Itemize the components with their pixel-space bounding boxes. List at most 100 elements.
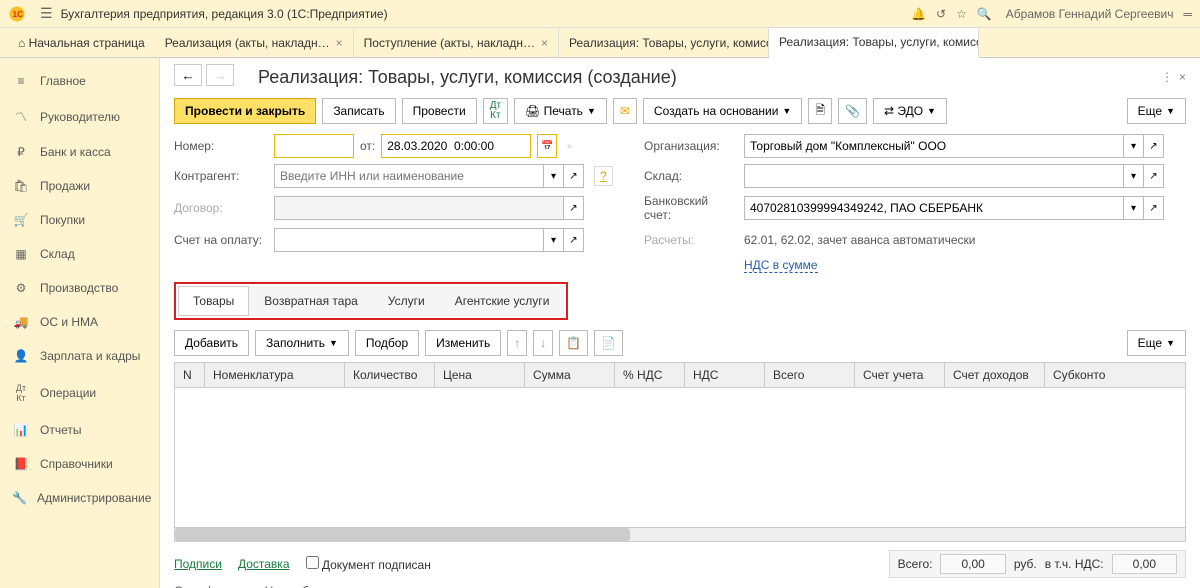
col-item[interactable]: Номенклатура [205, 363, 345, 388]
open-button[interactable]: ↗ [564, 164, 584, 188]
sidebar-item-catalogs[interactable]: 📕Справочники [0, 447, 159, 481]
dropdown-button[interactable]: ▾ [544, 228, 564, 252]
edo-button[interactable]: ⇄ ЭДО▼ [873, 98, 947, 124]
more-menu-icon[interactable]: ⋮ [1161, 70, 1173, 84]
org-input[interactable] [744, 134, 1124, 158]
sidebar: ≡Главное 〽Руководителю ₽Банк и касса 🛍Пр… [0, 58, 160, 588]
history-icon[interactable]: ↺ [936, 7, 946, 21]
back-button[interactable]: ← [174, 64, 202, 86]
signed-checkbox[interactable]: Документ подписан [306, 556, 431, 572]
date-input[interactable] [381, 134, 531, 158]
sidebar-item-reports[interactable]: 📊Отчеты [0, 413, 159, 447]
tab-returnable[interactable]: Возвратная тара [249, 286, 373, 316]
move-up-button[interactable]: ↑ [507, 330, 527, 356]
select-button[interactable]: Подбор [355, 330, 419, 356]
doc-tabs-highlight: Товары Возвратная тара Услуги Агентские … [174, 282, 568, 320]
user-name[interactable]: Абрамов Геннадий Сергеевич [1006, 7, 1174, 21]
sidebar-item-assets[interactable]: 🚚ОС и НМА [0, 305, 159, 339]
tab-goods[interactable]: Товары [178, 286, 249, 316]
copy-button[interactable]: 📋 [559, 330, 588, 356]
dtkt-button[interactable]: ДтКт [483, 98, 508, 124]
sidebar-item-sales[interactable]: 🛍Продажи [0, 169, 159, 203]
sidebar-item-payroll[interactable]: 👤Зарплата и кадры [0, 339, 159, 373]
sidebar-item-admin[interactable]: 🔧Администрирование [0, 481, 159, 515]
edo-icon: ⇄ [884, 104, 894, 118]
change-button[interactable]: Изменить [425, 330, 501, 356]
col-n[interactable]: N [175, 363, 205, 388]
col-acct[interactable]: Счет учета [855, 363, 945, 388]
mail-button[interactable]: ✉ [613, 98, 637, 124]
write-button[interactable]: Записать [322, 98, 395, 124]
open-button[interactable]: ↗ [564, 196, 584, 220]
equals-icon[interactable]: ═ [1183, 7, 1192, 21]
sidebar-item-purchases[interactable]: 🛒Покупки [0, 203, 159, 237]
add-button[interactable]: Добавить [174, 330, 249, 356]
invoice-input[interactable] [274, 228, 544, 252]
col-vat[interactable]: НДС [685, 363, 765, 388]
col-subconto[interactable]: Субконто [1045, 363, 1186, 388]
related-button[interactable]: 🗎 [808, 98, 832, 124]
help-icon[interactable]: ? [594, 166, 613, 186]
sidebar-item-main[interactable]: ≡Главное [0, 64, 159, 98]
open-button[interactable]: ↗ [564, 228, 584, 252]
delivery-link[interactable]: Доставка [238, 557, 290, 571]
sidebar-item-bank[interactable]: ₽Банк и касса [0, 135, 159, 169]
post-button[interactable]: Провести [402, 98, 477, 124]
dropdown-button[interactable]: ▾ [1124, 196, 1144, 220]
vat-link[interactable]: НДС в сумме [744, 258, 818, 273]
col-vatpct[interactable]: % НДС [615, 363, 685, 388]
warehouse-input[interactable] [744, 164, 1124, 188]
sidebar-item-warehouse[interactable]: ▦Склад [0, 237, 159, 271]
more-button[interactable]: Еще▼ [1127, 98, 1186, 124]
home-tab[interactable]: ⌂ Начальная страница [8, 28, 155, 57]
star-icon[interactable]: ☆ [956, 7, 967, 21]
close-page-icon[interactable]: × [1179, 70, 1186, 84]
print-button[interactable]: 🖨 Печать▼ [514, 98, 607, 124]
col-price[interactable]: Цена [435, 363, 525, 388]
fill-button[interactable]: Заполнить▼ [255, 330, 349, 356]
tab-services[interactable]: Услуги [373, 286, 440, 316]
dropdown-button[interactable]: ▾ [1124, 134, 1144, 158]
sf-value: Не требуется [265, 584, 339, 588]
move-down-button[interactable]: ↓ [533, 330, 553, 356]
forward-button[interactable]: → [206, 64, 234, 86]
sidebar-item-production[interactable]: ⚙Производство [0, 271, 159, 305]
create-based-button[interactable]: Создать на основании▼ [643, 98, 802, 124]
sf-label: Счет-фактура: [174, 584, 255, 588]
col-total[interactable]: Всего [765, 363, 855, 388]
table-more-button[interactable]: Еще▼ [1127, 330, 1186, 356]
menu-icon[interactable]: ☰ [40, 5, 53, 22]
goods-table[interactable]: N Номенклатура Количество Цена Сумма % Н… [174, 362, 1186, 528]
h-scrollbar[interactable] [174, 528, 1186, 542]
number-input[interactable] [274, 134, 354, 158]
tab-0[interactable]: Реализация (акты, накладн…× [155, 28, 354, 57]
search-icon[interactable]: 🔍 [977, 7, 992, 21]
tab-2[interactable]: Реализация: Товары, услуги, комиссия 000… [559, 28, 769, 57]
open-button[interactable]: ↗ [1144, 134, 1164, 158]
close-icon[interactable]: × [336, 36, 343, 50]
counterparty-input[interactable] [274, 164, 544, 188]
dropdown-button[interactable]: ▾ [1124, 164, 1144, 188]
tab-1[interactable]: Поступление (акты, накладн…× [354, 28, 559, 57]
calendar-button[interactable]: 📅 [537, 134, 557, 158]
org-label: Организация: [644, 139, 734, 153]
signs-link[interactable]: Подписи [174, 557, 222, 571]
attach-button[interactable]: 📎 [838, 98, 867, 124]
col-income[interactable]: Счет доходов [945, 363, 1045, 388]
table-body-empty[interactable] [175, 388, 1186, 528]
col-sum[interactable]: Сумма [525, 363, 615, 388]
tab-3[interactable]: Реализация: Товары, услуги, комиссия (со… [769, 28, 979, 58]
sidebar-item-manager[interactable]: 〽Руководителю [0, 98, 159, 135]
open-button[interactable]: ↗ [1144, 196, 1164, 220]
post-close-button[interactable]: Провести и закрыть [174, 98, 316, 124]
bell-icon[interactable]: 🔔 [911, 7, 926, 21]
gear-icon: ⚙ [12, 281, 30, 295]
tab-agent[interactable]: Агентские услуги [440, 286, 565, 316]
dropdown-button[interactable]: ▾ [544, 164, 564, 188]
col-qty[interactable]: Количество [345, 363, 435, 388]
sidebar-item-operations[interactable]: ДтКтОперации [0, 373, 159, 413]
paste-button[interactable]: 📄 [594, 330, 623, 356]
close-icon[interactable]: × [541, 36, 548, 50]
bank-input[interactable] [744, 196, 1124, 220]
open-button[interactable]: ↗ [1144, 164, 1164, 188]
